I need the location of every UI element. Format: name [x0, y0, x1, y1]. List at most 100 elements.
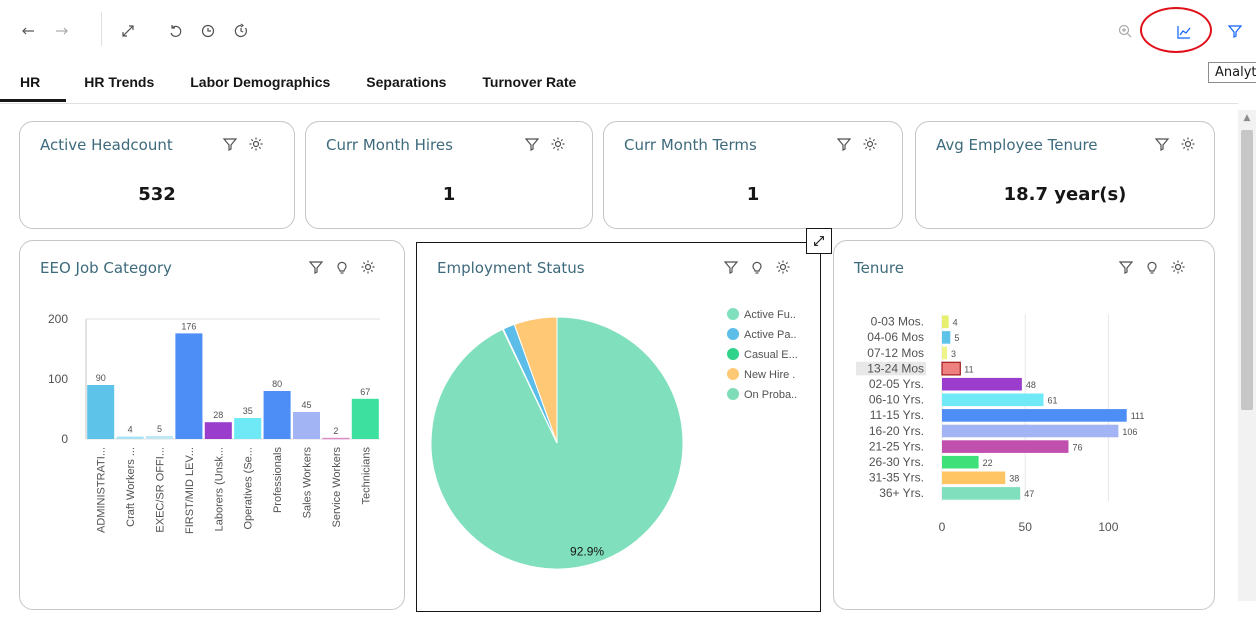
chart-card-eeo-job-category[interactable]: EEO Job Category 0 100 200 90 ADMINISTRATI..…	[19, 240, 405, 610]
highlight-circle	[1140, 7, 1212, 53]
bar	[351, 398, 379, 439]
bar	[942, 331, 951, 344]
settings-icon[interactable]	[775, 259, 791, 275]
y-tick-label: 0	[61, 432, 68, 446]
insight-bulb-icon[interactable]	[334, 259, 350, 275]
undo-icon[interactable]	[18, 20, 40, 42]
refresh-timer-icon[interactable]	[230, 20, 252, 42]
kpi-title: Curr Month Hires	[326, 136, 453, 154]
vertical-scrollbar[interactable]: ▲	[1238, 110, 1256, 601]
kpi-card-active-headcount[interactable]: Active Headcount 532	[19, 121, 295, 229]
y-tick-label: 31-35 Yrs.	[869, 471, 924, 485]
data-label: 4	[128, 425, 133, 435]
kpi-value: 1	[442, 184, 456, 205]
tabs-divider	[0, 103, 1238, 104]
settings-icon[interactable]	[862, 136, 878, 152]
tab-hr-trends[interactable]: HR Trends	[66, 62, 172, 102]
redo-icon[interactable]	[50, 20, 72, 42]
data-label: 3	[951, 349, 956, 359]
bar	[942, 424, 1119, 438]
filter-icon[interactable]	[1154, 136, 1170, 152]
toolbar	[0, 0, 1256, 56]
y-tick-label: 36+ Yrs.	[879, 486, 924, 500]
settings-icon[interactable]	[1180, 136, 1196, 152]
history-icon[interactable]	[197, 20, 219, 42]
y-tick-label: 07-12 Mos	[867, 346, 924, 360]
eeo-bar-chart: 0 100 200 90 ADMINISTRATI... 4 Craft Workers .…	[48, 312, 380, 534]
data-label: 106	[1122, 427, 1137, 437]
x-tick-label: 50	[1019, 520, 1033, 534]
filter-icon[interactable]	[222, 136, 238, 152]
bar	[145, 436, 174, 439]
bar	[942, 393, 1044, 407]
expand-icon[interactable]	[806, 228, 832, 254]
data-label: 48	[1026, 380, 1036, 390]
bar	[941, 361, 961, 376]
x-tick-label: Craft Workers ...	[125, 447, 137, 527]
settings-icon[interactable]	[1170, 259, 1186, 275]
chart-card-tenure[interactable]: Tenure 0 50 100 4 0-03 Mos. 5 04-06 Mos 3 07-12 …	[833, 240, 1215, 610]
x-tick-label: ADMINISTRATI...	[96, 447, 108, 533]
bar	[942, 377, 1022, 391]
kpi-value: 532	[138, 184, 176, 205]
y-tick-label: 26-30 Yrs.	[869, 455, 924, 469]
bar	[942, 315, 949, 329]
filter-icon[interactable]	[308, 259, 324, 275]
chart-card-employment-status[interactable]: Employment Status 92.9% Active Fu.. Active…	[416, 242, 821, 612]
y-tick-label: 16-20 Yrs.	[869, 424, 924, 438]
card-actions	[524, 136, 566, 152]
data-label: 22	[983, 458, 993, 468]
y-tick-label: 06-10 Yrs.	[869, 393, 924, 407]
legend-swatch	[727, 388, 739, 400]
zoom-icon[interactable]	[1114, 20, 1136, 42]
fit-to-window-icon[interactable]	[117, 20, 139, 42]
filter-icon[interactable]	[836, 136, 852, 152]
bar	[942, 409, 1127, 422]
tab-hr[interactable]: HR	[0, 62, 67, 102]
tab-turnover-rate[interactable]: Turnover Rate	[464, 62, 594, 102]
settings-icon[interactable]	[550, 136, 566, 152]
data-label: 2	[333, 426, 338, 436]
kpi-title: Active Headcount	[40, 136, 173, 154]
data-label: 35	[243, 406, 253, 416]
x-tick-label: Sales Workers	[302, 447, 314, 519]
legend-swatch	[727, 328, 739, 340]
settings-icon[interactable]	[248, 136, 264, 152]
bar	[322, 437, 350, 440]
x-tick-label: Professionals	[272, 447, 284, 514]
reset-icon[interactable]	[165, 20, 187, 42]
bar	[942, 487, 1021, 500]
kpi-card-avg-employee-tenure[interactable]: Avg Employee Tenure 18.7 year(s)	[915, 121, 1215, 229]
scroll-thumb[interactable]	[1241, 130, 1253, 410]
data-label: 11	[964, 364, 973, 374]
settings-icon[interactable]	[360, 259, 376, 275]
filter-icon[interactable]	[524, 136, 540, 152]
card-actions	[1118, 259, 1186, 275]
tab-bar: HR HR Trends Labor Demographics Separati…	[0, 62, 594, 102]
y-tick-label: 02-05 Yrs.	[869, 377, 924, 391]
legend-label: Active Pa..	[744, 329, 797, 341]
data-label: 38	[1009, 474, 1019, 484]
filter-icon[interactable]	[723, 259, 739, 275]
bar	[234, 418, 262, 439]
insight-bulb-icon[interactable]	[1144, 259, 1160, 275]
x-tick-label: Laborers (Unsk...	[213, 447, 225, 531]
legend-label: On Proba..	[744, 389, 797, 401]
legend-swatch	[727, 308, 739, 320]
bar	[204, 422, 232, 439]
chart-title: Tenure	[854, 259, 904, 277]
insight-bulb-icon[interactable]	[749, 259, 765, 275]
legend-swatch	[727, 368, 739, 380]
y-tick-label: 200	[48, 312, 68, 326]
scroll-up-icon[interactable]: ▲	[1238, 110, 1256, 126]
tab-separations[interactable]: Separations	[348, 62, 464, 102]
legend-swatch	[727, 348, 739, 360]
data-label: 4	[953, 318, 958, 328]
kpi-card-curr-month-hires[interactable]: Curr Month Hires 1	[305, 121, 593, 229]
kpi-card-curr-month-terms[interactable]: Curr Month Terms 1	[603, 121, 903, 229]
kpi-title: Avg Employee Tenure	[936, 136, 1098, 154]
data-label: 45	[301, 400, 311, 410]
tab-labor-demographics[interactable]: Labor Demographics	[172, 62, 348, 102]
filter-icon[interactable]	[1118, 259, 1134, 275]
filter-icon[interactable]	[1224, 20, 1246, 42]
